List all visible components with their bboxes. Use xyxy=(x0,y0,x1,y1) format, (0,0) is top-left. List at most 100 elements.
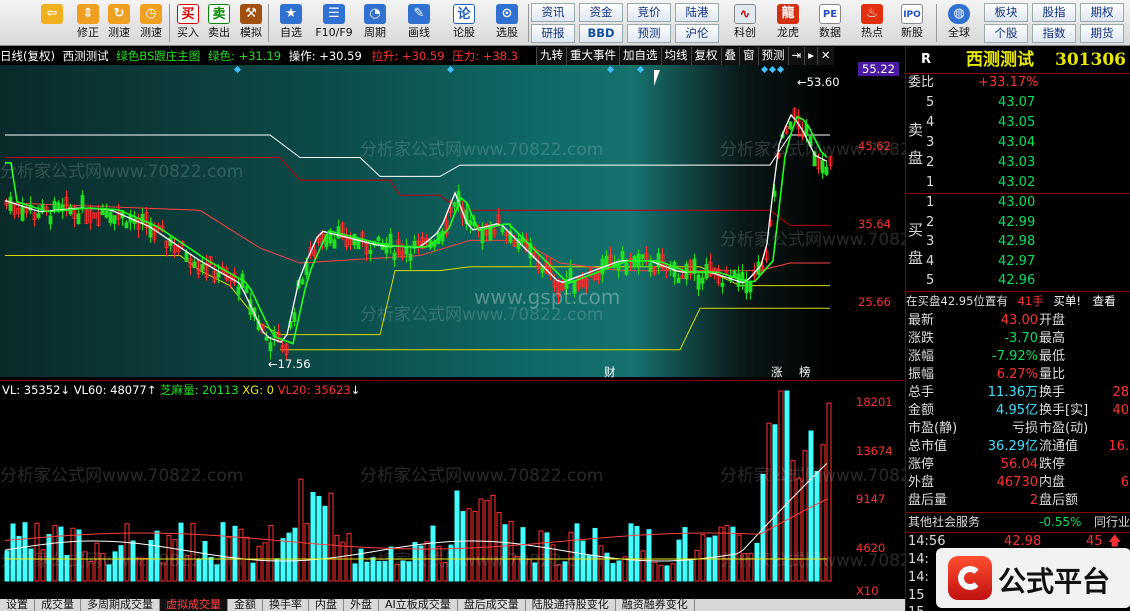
indicator-tab[interactable]: 融资融券变化 xyxy=(616,599,695,611)
sell-row[interactable]: 1 43.02 xyxy=(906,174,1130,192)
sell-row[interactable]: 2 43.03 xyxy=(906,154,1130,172)
inbuy-hands: 41手 xyxy=(1017,294,1044,308)
indicator-tab[interactable]: 外盘 xyxy=(344,599,379,611)
test-speed-button[interactable]: ◷ 测速 xyxy=(135,2,167,44)
news-button[interactable]: 资讯 xyxy=(531,3,575,22)
buy-row[interactable]: 1 43.00 xyxy=(906,194,1130,212)
tick-time: 15 xyxy=(908,605,925,611)
period-button[interactable]: ◔ 周期 xyxy=(358,2,392,44)
research-button[interactable]: 研报 xyxy=(531,24,575,43)
event-label[interactable]: 涨 xyxy=(771,364,783,380)
volume-svg xyxy=(4,390,832,582)
forecast-button[interactable]: 预测 xyxy=(627,24,671,43)
major-events-button[interactable]: 重大事件 xyxy=(566,47,619,65)
hotspot-button[interactable]: ♨ 热点 xyxy=(856,2,888,44)
sell-row[interactable]: 5 43.07 xyxy=(906,94,1130,112)
stat-row: 总市值 36.29亿 流通值 16. xyxy=(906,438,1130,456)
high-price-value: 53.60 xyxy=(806,75,840,89)
indicator-tab[interactable]: 多周期成交量 xyxy=(81,599,160,611)
sector-button[interactable]: 板块 xyxy=(984,3,1028,22)
f10-button[interactable]: ☰ F10/F9 xyxy=(313,2,355,44)
divider xyxy=(169,4,170,42)
capital-button[interactable]: 资金 xyxy=(579,3,623,22)
discuss-label: 论股 xyxy=(453,26,475,39)
fix-button[interactable]: ⇕ 修正 xyxy=(72,2,104,44)
draw-line-button[interactable]: ✎ 画线 xyxy=(402,2,436,44)
buy-row[interactable]: 4 42.97 xyxy=(906,253,1130,271)
stock-index-button[interactable]: 股指 xyxy=(1032,3,1076,22)
sector-row[interactable]: 其他社会服务 -0.55% 同行业 xyxy=(906,512,1130,530)
list-icon: ☰ xyxy=(323,4,345,24)
index-button[interactable]: 指数 xyxy=(1032,24,1076,43)
indicator-name[interactable]: 绿色BS跟庄主图 xyxy=(116,49,200,63)
stat-row: 外盘 46730 内盘 6 xyxy=(906,474,1130,492)
logo-badge: 公式平台 xyxy=(936,548,1130,608)
hk-connect-button[interactable]: 陆港 xyxy=(675,3,719,22)
window-button[interactable]: 窗 xyxy=(739,47,758,65)
indicator-tab[interactable]: 成交量 xyxy=(35,599,81,611)
dragon-tiger-button[interactable]: 龍龙虎 xyxy=(772,2,804,44)
hammer-icon: ⚒ xyxy=(240,4,262,24)
indicator-tab[interactable]: 盘后成交量 xyxy=(458,599,526,611)
back-arrow-icon: ⇦ xyxy=(41,4,63,24)
data-button[interactable]: PE 数据 xyxy=(814,2,846,44)
buy-button[interactable]: 买买入 xyxy=(172,2,204,44)
ipo-button[interactable]: IPO 新股 xyxy=(896,2,928,44)
buy-row[interactable]: 2 42.99 xyxy=(906,214,1130,232)
single-stock-button[interactable]: 个股 xyxy=(984,24,1028,43)
buy-row[interactable]: 5 42.96 xyxy=(906,272,1130,290)
stat-value: 40 xyxy=(1112,403,1129,418)
data-label: 数据 xyxy=(819,26,841,39)
star-market-button[interactable]: ∿ 科创 xyxy=(729,2,761,44)
auction-button[interactable]: 竞价 xyxy=(627,3,671,22)
jiuzhuan-button[interactable]: 九转 xyxy=(536,47,566,65)
inbuy-link[interactable]: 查看 xyxy=(1093,294,1116,308)
shanghai-london-button[interactable]: 沪伦 xyxy=(675,24,719,43)
forecast-chart-button[interactable]: 预测 xyxy=(757,47,788,65)
sell-row[interactable]: 4 43.05 xyxy=(906,114,1130,132)
sell-price: 43.07 xyxy=(998,95,1036,110)
options-button[interactable]: 期权 xyxy=(1080,3,1124,22)
divider xyxy=(906,193,1130,194)
back-button[interactable]: ⇦ xyxy=(36,2,68,44)
add-watchlist-button[interactable]: 加自选 xyxy=(619,47,661,65)
stat-label: 市盈(静) xyxy=(908,421,958,436)
speed-test-button[interactable]: ↻ 测速 xyxy=(103,2,135,44)
watchlist-button[interactable]: ★ 自选 xyxy=(274,2,308,44)
bbd-button[interactable]: BBD xyxy=(579,24,623,43)
ipo-label: 新股 xyxy=(901,26,923,39)
sell-button[interactable]: 卖卖出 xyxy=(203,2,235,44)
arrow-right-icon[interactable]: ⇥ xyxy=(787,47,805,65)
volume-chart[interactable]: VL: 35352↓ VL60: 48077↑ 芝麻量: 20113 XG: 0… xyxy=(0,380,963,600)
event-label[interactable]: 榜 xyxy=(799,364,811,380)
indicator-tab[interactable]: 内盘 xyxy=(309,599,344,611)
pan-char: 盘 xyxy=(908,149,924,167)
triangle-right-icon[interactable]: ▸ xyxy=(804,47,817,65)
indicator-tab[interactable]: 设置 xyxy=(0,599,35,611)
close-icon[interactable]: ✕ xyxy=(816,47,834,65)
buy-char: 买 xyxy=(908,221,924,239)
select-stock-button[interactable]: ⊙ 选股 xyxy=(490,2,524,44)
indicator-tab[interactable]: 陆股通持股变化 xyxy=(526,599,616,611)
chart-buttons: 九转 重大事件 加自选 均线 复权 叠 窗 预测 ⇥ ▸ ✕ xyxy=(536,47,834,65)
restore-rights-button[interactable]: 复权 xyxy=(690,47,721,65)
watchlist-label: 自选 xyxy=(280,26,302,39)
simulate-button[interactable]: ⚒ 模拟 xyxy=(235,2,267,44)
indicator-tab[interactable]: 换手率 xyxy=(263,599,309,611)
r-icon[interactable]: R xyxy=(921,52,931,67)
indicator-tab[interactable]: AI立板成交量 xyxy=(379,599,458,611)
buy-icon: 买 xyxy=(177,4,199,24)
price-chart[interactable]: 分析家公式网www.70822.com 分析家公式网www.70822.com … xyxy=(0,62,963,380)
overlay-button[interactable]: 叠 xyxy=(720,47,739,65)
indicator-tab[interactable]: 金额 xyxy=(228,599,263,611)
global-button[interactable]: ◍ 全球 xyxy=(943,2,975,44)
buy-row[interactable]: 3 42.98 xyxy=(906,233,1130,251)
ma-button[interactable]: 均线 xyxy=(660,47,691,65)
sell-row[interactable]: 3 43.04 xyxy=(906,134,1130,152)
inbuy-action: 买单! xyxy=(1053,294,1081,308)
divider xyxy=(268,4,269,42)
discuss-button[interactable]: 论论股 xyxy=(447,2,481,44)
event-label[interactable]: 财 xyxy=(604,364,616,380)
indicator-tab[interactable]: 虚拟成交量 xyxy=(160,599,228,611)
futures-button[interactable]: 期货 xyxy=(1080,24,1124,43)
